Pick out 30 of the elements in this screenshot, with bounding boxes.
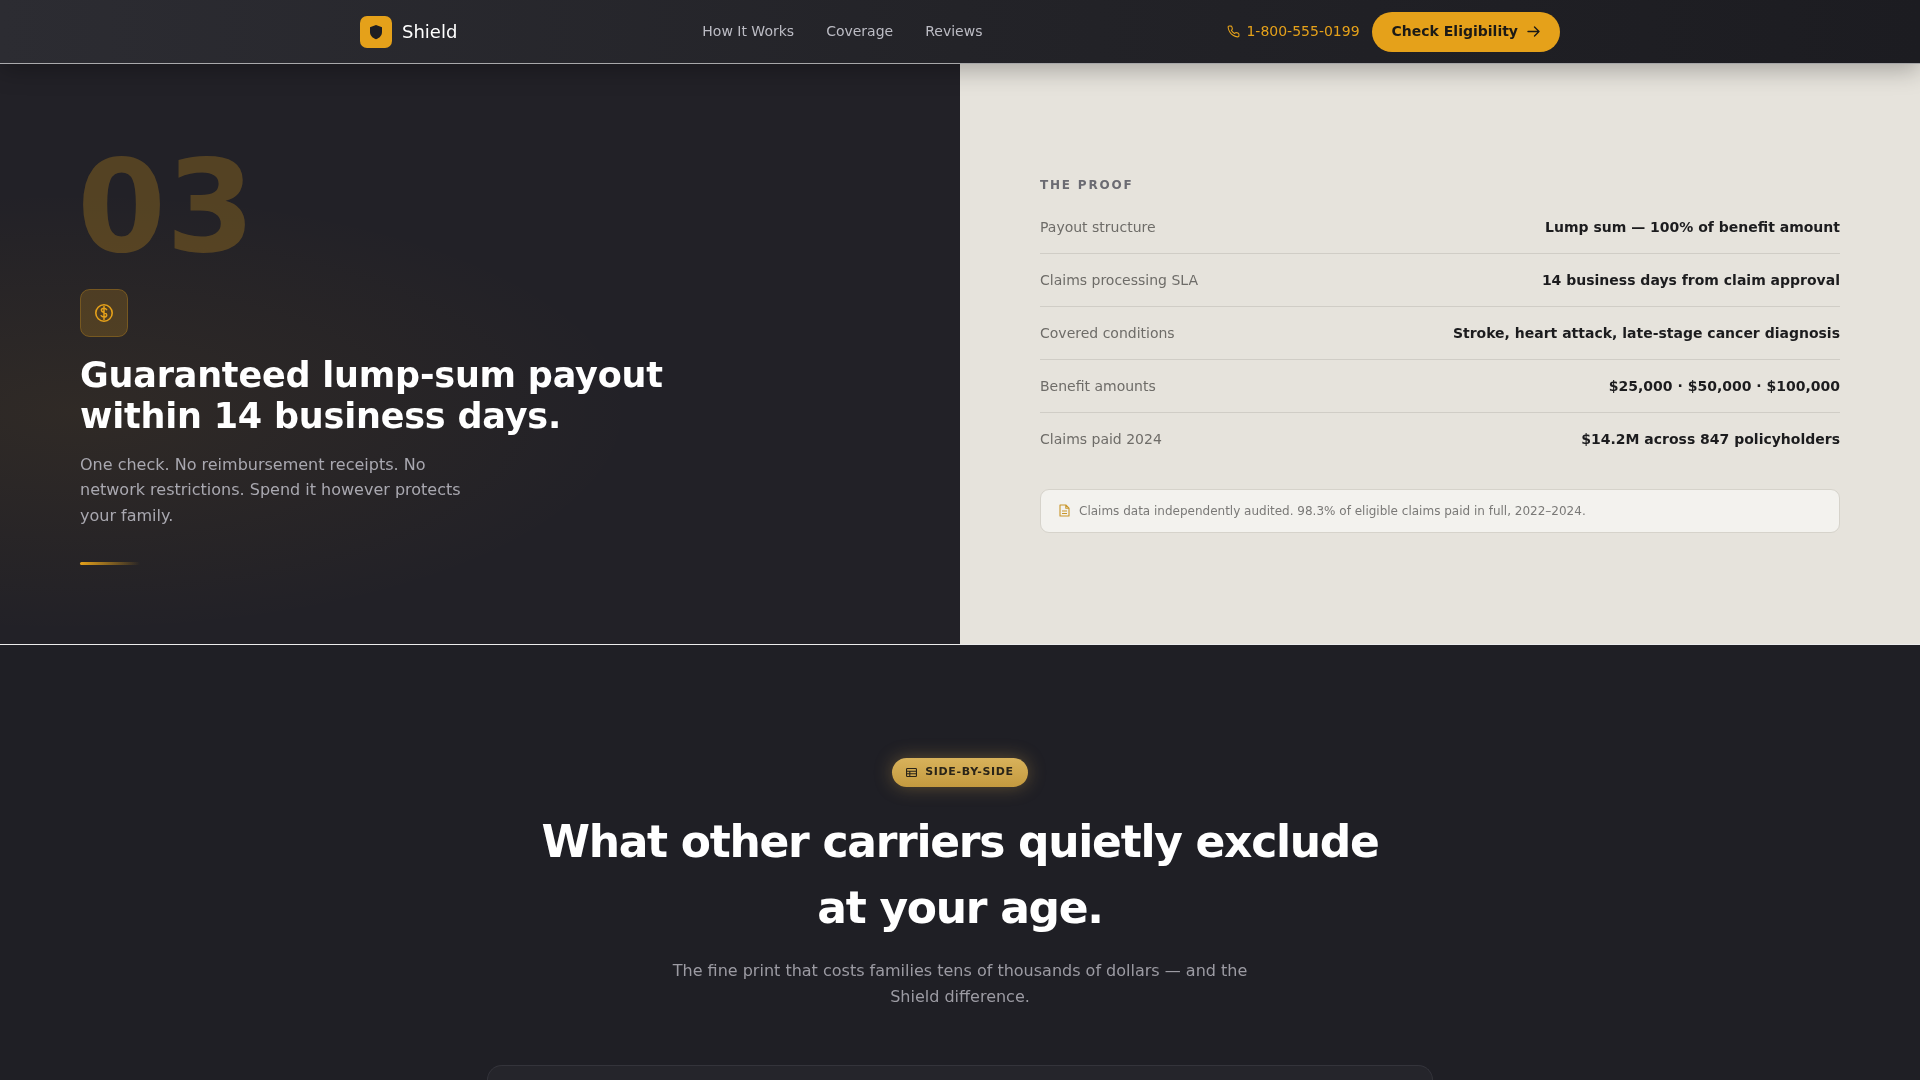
proof-label: Claims paid 2024 (1040, 429, 1162, 449)
section-subtitle: The fine print that costs families tens of thousands of dollars — and the Shield difference. (671, 960, 1249, 1009)
proof-label: Benefit amounts (1040, 376, 1156, 396)
feature-description: One check. No reimbursement receipts. No network restrictions. Spend it however protects your family. (80, 453, 462, 528)
proof-label: Claims processing SLA (1040, 270, 1198, 290)
proof-value: Lump sum — 100% of benefit amount (1545, 217, 1840, 237)
phone-link[interactable]: 1-800-555-0199 (1227, 21, 1360, 42)
phone-icon (1227, 25, 1241, 38)
badge-label: SIDE-BY-SIDE (925, 764, 1014, 781)
proof-value: 14 business days from claim approval (1541, 270, 1840, 290)
note-text: Claims data independently audited. 98.3% of eligible claims paid in full, 2022–2024. (1079, 502, 1586, 520)
nav-link[interactable]: Reviews (925, 21, 983, 42)
table-icon (906, 768, 918, 777)
proof-label: Covered conditions (1040, 323, 1175, 343)
brand-name: Shield (402, 20, 458, 44)
feature-title: Guaranteed lump-sum payout within 14 business days. (80, 355, 664, 436)
document-icon (1059, 504, 1070, 517)
cta-button[interactable]: Check Eligibility (1371, 11, 1560, 52)
proof-value: Stroke, heart attack, late-stage cancer diagnosis (1452, 323, 1840, 343)
dollar-icon (80, 289, 128, 338)
arrow-right-icon (1527, 26, 1540, 37)
accent-line (80, 561, 140, 565)
nav-link[interactable]: Coverage (826, 21, 894, 42)
proof-value: $14.2M across 847 policyholders (1581, 429, 1840, 449)
section-eyebrow: THE PROOF (1040, 176, 1134, 194)
section-title: What other carriers quietly exclude at your age. (540, 815, 1380, 935)
proof-value: $25,000 · $50,000 · $100,000 (1608, 376, 1840, 396)
proof-label: Payout structure (1040, 217, 1156, 237)
shield-logo-icon (360, 15, 392, 48)
nav-link[interactable]: How It Works (702, 21, 795, 42)
